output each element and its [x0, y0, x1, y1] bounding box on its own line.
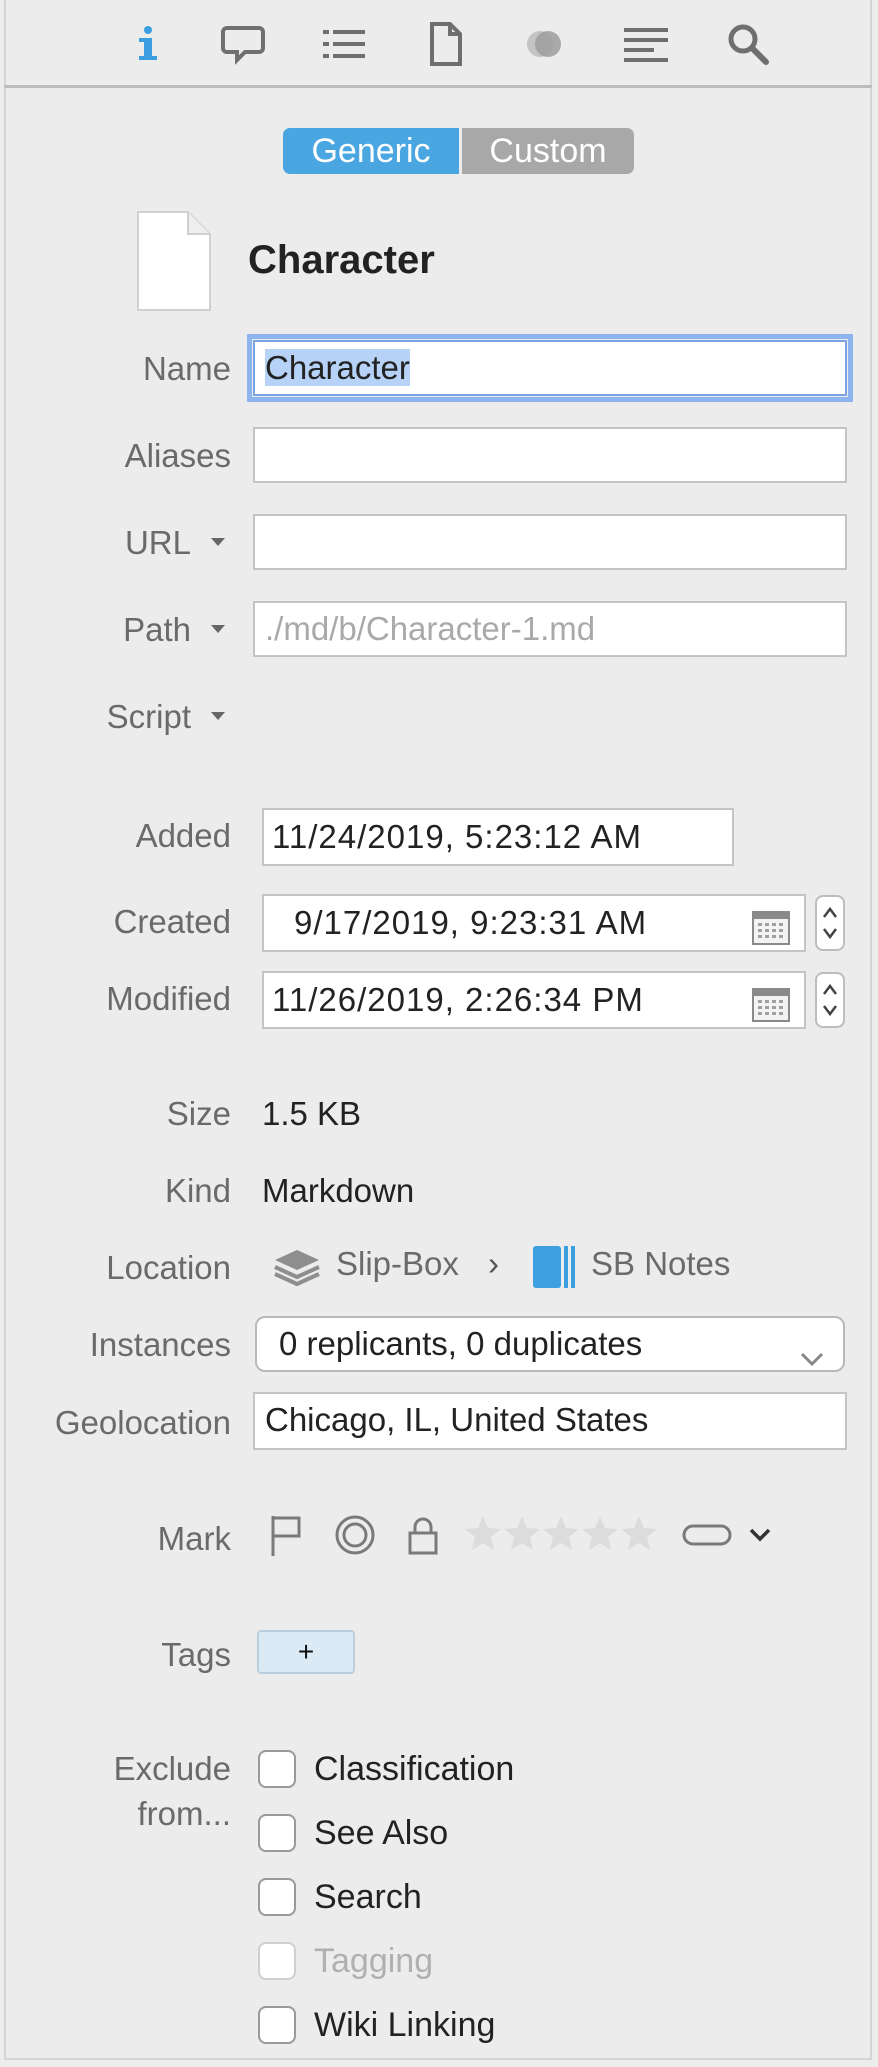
info-icon[interactable]	[122, 18, 174, 70]
location-database[interactable]: Slip-Box	[336, 1245, 459, 1283]
record-title: Character	[248, 238, 435, 282]
url-field[interactable]	[253, 514, 847, 570]
checkbox-label: Classification	[314, 1750, 515, 1788]
checkbox-label: Wiki Linking	[314, 2006, 496, 2044]
name-label: Name	[142, 350, 231, 387]
script-label-text: Script	[106, 698, 191, 735]
size-label: Size	[166, 1095, 231, 1132]
star-icon	[582, 1516, 618, 1550]
location-separator: ›	[488, 1245, 499, 1282]
path-caret-icon	[211, 625, 225, 634]
exclude-label-line1: Exclude	[113, 1750, 231, 1787]
added-date: 11/24/2019, 5:23:12 AM	[262, 808, 734, 866]
label-pill-icon[interactable]	[682, 1524, 732, 1546]
star-icon	[543, 1516, 579, 1550]
name-field[interactable]: Character	[247, 334, 853, 402]
geolocation-field[interactable]: Chicago, IL, United States	[253, 1392, 847, 1450]
added-label: Added	[135, 817, 231, 854]
path-label[interactable]: Path	[123, 611, 231, 649]
created-date-field[interactable]: 9/17/2019, 9:23:31 AM	[262, 894, 806, 952]
label-ring-icon[interactable]	[334, 1514, 376, 1556]
url-label[interactable]: URL	[125, 524, 231, 562]
modified-date: 11/26/2019, 2:26:34 PM	[272, 981, 644, 1018]
add-tag-button[interactable]: +	[257, 1630, 355, 1674]
chevron-down-icon[interactable]	[748, 1524, 772, 1546]
path-placeholder: ./md/b/Character-1.md	[265, 610, 596, 647]
flag-icon[interactable]	[270, 1514, 304, 1558]
name-value: Character	[265, 349, 410, 386]
size-value: 1.5 KB	[262, 1095, 362, 1132]
document-icon[interactable]	[420, 18, 472, 70]
rating-stars[interactable]	[464, 1512, 660, 1556]
path-field[interactable]: ./md/b/Character-1.md	[253, 601, 847, 657]
exclude-label-line2: from...	[137, 1795, 231, 1832]
generic-tab[interactable]: Generic	[283, 128, 459, 174]
instances-value: 0 replicants, 0 duplicates	[279, 1325, 643, 1362]
url-label-text: URL	[124, 524, 191, 561]
created-date: 9/17/2019, 9:23:31 AM	[294, 904, 648, 941]
checkbox[interactable]	[258, 1814, 296, 1852]
modified-label: Modified	[106, 980, 231, 1017]
aliases-field[interactable]	[253, 427, 847, 483]
comment-icon[interactable]	[217, 18, 269, 70]
modified-stepper[interactable]	[815, 972, 845, 1028]
path-label-text: Path	[123, 611, 191, 648]
tags-label: Tags	[161, 1636, 231, 1673]
location-label: Location	[106, 1249, 231, 1286]
checkbox-label: Search	[314, 1878, 422, 1916]
checkbox-label: Tagging	[314, 1942, 434, 1980]
geolocation-label: Geolocation	[54, 1404, 231, 1441]
lines-icon[interactable]	[620, 18, 672, 70]
checkbox-label: See Also	[314, 1814, 449, 1852]
calendar-icon[interactable]	[752, 907, 790, 945]
star-icon	[465, 1516, 501, 1550]
instances-label: Instances	[89, 1326, 231, 1363]
created-stepper[interactable]	[815, 895, 845, 951]
kind-label: Kind	[164, 1172, 231, 1209]
checkbox	[258, 1942, 296, 1980]
checkbox[interactable]	[258, 2006, 296, 2044]
inspector-toolbar	[4, 0, 872, 88]
group-icon	[531, 1244, 577, 1290]
location-group[interactable]: SB Notes	[591, 1245, 730, 1283]
aliases-label: Aliases	[124, 437, 231, 474]
lock-icon[interactable]	[406, 1514, 440, 1558]
custom-tab[interactable]: Custom	[462, 128, 634, 174]
script-caret-icon	[211, 712, 225, 721]
segmented-control: Generic Custom	[283, 128, 634, 174]
database-icon	[272, 1240, 322, 1290]
list-icon[interactable]	[318, 18, 370, 70]
url-caret-icon	[211, 538, 225, 547]
script-label[interactable]: Script	[107, 698, 231, 736]
chevron-down-icon	[799, 1332, 825, 1384]
kind-value: Markdown	[262, 1172, 415, 1209]
checkbox[interactable]	[258, 1878, 296, 1916]
checkbox[interactable]	[258, 1750, 296, 1788]
created-label: Created	[113, 903, 231, 940]
instances-popup[interactable]: 0 replicants, 0 duplicates	[255, 1316, 845, 1372]
file-icon	[136, 210, 212, 312]
mark-label: Mark	[157, 1520, 231, 1557]
modified-date-field[interactable]: 11/26/2019, 2:26:34 PM	[262, 971, 806, 1029]
star-icon	[621, 1516, 657, 1550]
search-icon[interactable]	[722, 18, 774, 70]
annotation-icon[interactable]	[518, 18, 570, 70]
star-icon	[504, 1516, 540, 1550]
calendar-icon[interactable]	[752, 984, 790, 1022]
